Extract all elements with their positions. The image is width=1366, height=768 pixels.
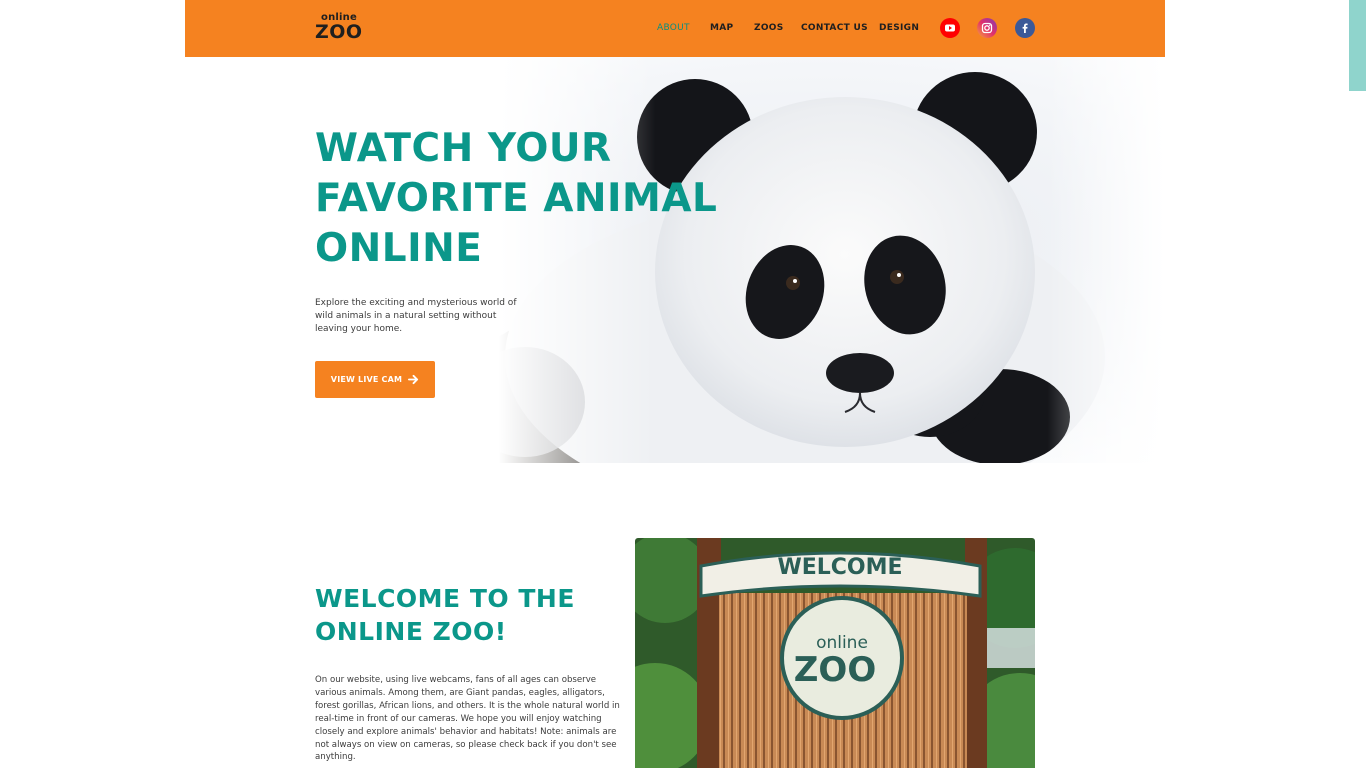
nav-zoos[interactable]: ZOOS bbox=[754, 23, 784, 33]
welcome-sign-image: WELCOME online ZOO bbox=[635, 538, 1035, 768]
facebook-icon[interactable] bbox=[1015, 18, 1035, 38]
hero-title-line-2: FAVORITE ANIMAL bbox=[315, 176, 718, 221]
welcome-title-line-1: WELCOME TO THE bbox=[315, 584, 575, 613]
scrollbar-thumb[interactable] bbox=[1349, 0, 1366, 91]
hero-title-line-1: WATCH YOUR bbox=[315, 126, 612, 171]
hero-title-line-3: ONLINE bbox=[315, 226, 483, 271]
arrow-right-icon bbox=[408, 374, 419, 385]
welcome-body-text: On our website, using live webcams, fans… bbox=[315, 675, 620, 763]
sign-welcome-text: WELCOME bbox=[777, 555, 902, 580]
welcome-title-line-2: ONLINE ZOO! bbox=[315, 617, 507, 646]
logo-zoo-text: ZOO bbox=[315, 21, 363, 43]
nav-design[interactable]: DESIGN bbox=[879, 23, 919, 33]
nav-map[interactable]: MAP bbox=[710, 23, 733, 33]
nav-about[interactable]: ABOUT bbox=[657, 23, 690, 33]
youtube-icon[interactable] bbox=[940, 18, 960, 38]
sign-logo-zoo-text: ZOO bbox=[794, 650, 876, 690]
nav-contact-us[interactable]: CONTACT US bbox=[801, 23, 868, 33]
view-live-cam-label: VIEW LIVE CAM bbox=[330, 375, 403, 384]
welcome-title: WELCOME TO THE ONLINE ZOO! bbox=[315, 582, 615, 648]
site-logo[interactable]: online ZOO bbox=[315, 12, 375, 44]
instagram-icon[interactable] bbox=[977, 18, 997, 38]
site-header: online ZOO ABOUT MAP ZOOS CONTACT US DES… bbox=[185, 0, 1165, 57]
hero-subtitle: Explore the exciting and mysterious worl… bbox=[315, 298, 517, 334]
view-live-cam-button[interactable]: VIEW LIVE CAM bbox=[315, 361, 435, 398]
hero-title: WATCH YOUR FAVORITE ANIMAL ONLINE bbox=[315, 124, 755, 274]
